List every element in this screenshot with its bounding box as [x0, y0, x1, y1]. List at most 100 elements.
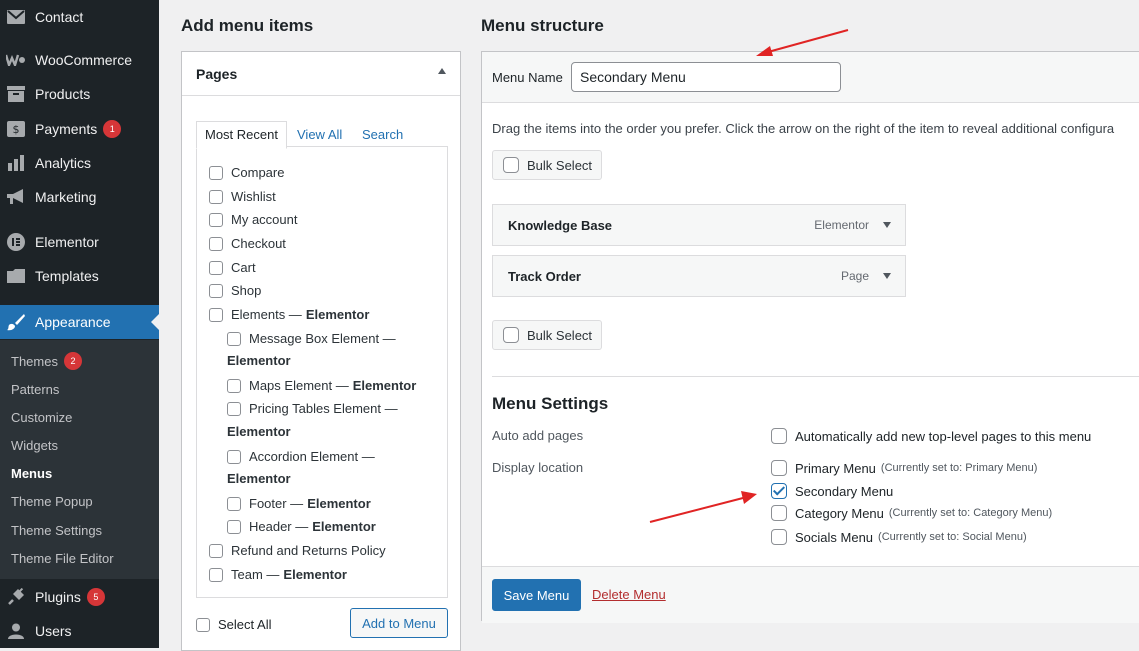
checkbox-checked[interactable] — [771, 483, 787, 499]
notification-badge: 1 — [103, 120, 122, 138]
auto-add-pages-option[interactable]: Automatically add new top-level pages to… — [771, 428, 1091, 444]
checkbox[interactable] — [771, 505, 787, 521]
submenu-item-themes[interactable]: Themes 2 — [11, 352, 82, 370]
sidebar-item-plugins[interactable]: Plugins 5 — [0, 580, 159, 614]
list-item[interactable]: Accordion Element — — [227, 449, 375, 464]
menu-item-title: Knowledge Base — [508, 218, 613, 233]
list-item[interactable]: Shop — [209, 283, 261, 298]
location-socials-menu[interactable]: Socials Menu (Currently set to: Social M… — [771, 529, 1027, 545]
add-to-menu-button[interactable]: Add to Menu — [350, 608, 448, 638]
sidebar-item-woocommerce[interactable]: WooCommerce — [0, 43, 159, 77]
page-checklist[interactable]: Compare Wishlist My account Checkout Car… — [196, 146, 448, 598]
list-item[interactable]: My account — [209, 212, 297, 227]
list-item[interactable]: Refund and Returns Policy — [209, 543, 386, 558]
list-item[interactable]: Elements — Elementor — [209, 307, 369, 322]
bulk-select-label: Bulk Select — [527, 327, 593, 343]
sidebar-item-templates[interactable]: Templates — [0, 259, 159, 293]
checkbox[interactable] — [209, 212, 223, 227]
submenu-item-theme-settings[interactable]: Theme Settings — [11, 523, 102, 538]
display-location-label: Display location — [492, 460, 584, 475]
option-label: Primary Menu — [795, 460, 876, 476]
checkbox[interactable] — [209, 236, 223, 251]
location-primary-menu[interactable]: Primary Menu (Currently set to: Primary … — [771, 460, 1037, 476]
checkbox[interactable] — [227, 496, 241, 511]
sidebar-item-contact[interactable]: Contact — [0, 0, 159, 34]
submenu-item-widgets[interactable]: Widgets — [11, 438, 58, 453]
location-category-menu[interactable]: Category Menu (Currently set to: Categor… — [771, 505, 1052, 521]
submenu-item-patterns[interactable]: Patterns — [11, 382, 59, 397]
list-item-label: Wishlist — [231, 189, 276, 204]
submenu-item-theme-file-editor[interactable]: Theme File Editor — [11, 551, 114, 566]
list-item[interactable]: Compare — [209, 165, 284, 180]
sidebar-item-payments[interactable]: $ Payments 1 — [0, 112, 159, 146]
checkbox[interactable] — [227, 401, 241, 416]
checkbox[interactable] — [227, 519, 241, 534]
annotation-arrow-icon — [649, 491, 757, 523]
list-item-label: Message Box Element — — [249, 331, 396, 346]
select-all-checkbox[interactable]: Select All — [196, 617, 271, 632]
list-item-label: Checkout — [231, 236, 286, 251]
sidebar-item-products[interactable]: Products — [0, 77, 159, 111]
list-item-suffix: Elementor — [312, 519, 376, 534]
submenu-item-menus[interactable]: Menus — [11, 466, 52, 481]
sidebar-item-label: Users — [35, 623, 72, 639]
option-label: Category Menu — [795, 505, 884, 521]
annotation-arrow-icon — [756, 29, 849, 56]
pages-panel-header[interactable]: Pages — [182, 52, 460, 96]
list-item[interactable]: Wishlist — [209, 189, 276, 204]
list-item-label: Footer — — [249, 496, 304, 511]
checkbox[interactable] — [209, 567, 223, 582]
chevron-down-icon[interactable] — [883, 273, 891, 279]
list-item[interactable]: Footer — Elementor — [227, 496, 371, 511]
checkbox[interactable] — [503, 157, 519, 173]
checkbox[interactable] — [209, 543, 223, 558]
menu-item[interactable]: Knowledge Base Elementor — [492, 204, 906, 246]
sidebar-item-label: Appearance — [35, 314, 111, 330]
checkbox[interactable] — [771, 529, 787, 545]
bulk-select-button[interactable]: Bulk Select — [492, 320, 602, 350]
checkbox[interactable] — [503, 327, 519, 343]
checkbox[interactable] — [209, 189, 223, 204]
list-item[interactable]: Message Box Element — — [227, 331, 396, 346]
list-item-suffix: Elementor — [307, 496, 371, 511]
list-item[interactable]: Cart — [209, 260, 256, 275]
location-secondary-menu[interactable]: Secondary Menu — [771, 483, 893, 499]
tab-view-all[interactable]: View All — [297, 127, 342, 142]
delete-menu-link[interactable]: Delete Menu — [592, 587, 666, 602]
list-item[interactable]: Maps Element — Elementor — [227, 378, 416, 393]
checkbox[interactable] — [196, 617, 210, 632]
submenu-item-customize[interactable]: Customize — [11, 410, 72, 425]
sidebar-item-elementor[interactable]: Elementor — [0, 225, 159, 259]
sidebar-item-marketing[interactable]: Marketing — [0, 180, 159, 214]
tab-most-recent[interactable]: Most Recent — [196, 121, 287, 149]
checkbox[interactable] — [227, 331, 241, 346]
checkbox[interactable] — [209, 307, 223, 322]
checkbox[interactable] — [209, 283, 223, 298]
checkbox[interactable] — [209, 260, 223, 275]
list-item[interactable]: Checkout — [209, 236, 286, 251]
checkbox[interactable] — [209, 165, 223, 180]
chevron-down-icon[interactable] — [883, 222, 891, 228]
checkbox[interactable] — [227, 378, 241, 393]
sidebar-item-label: Products — [35, 86, 91, 102]
menu-item-type: Elementor — [814, 218, 869, 232]
checkbox[interactable] — [771, 460, 787, 476]
collapse-up-icon[interactable] — [438, 68, 446, 74]
list-item[interactable]: Team — Elementor — [209, 567, 347, 582]
list-item[interactable]: Pricing Tables Element — — [227, 401, 398, 416]
pages-panel: Pages Most Recent View All Search Compar… — [181, 51, 461, 651]
submenu-item-theme-popup[interactable]: Theme Popup — [11, 494, 93, 509]
sidebar-item-users[interactable]: Users — [0, 614, 159, 648]
user-icon — [6, 621, 26, 641]
bulk-select-button[interactable]: Bulk Select — [492, 150, 602, 180]
notification-badge: 2 — [63, 352, 82, 370]
menu-item[interactable]: Track Order Page — [492, 255, 906, 297]
sidebar-item-appearance[interactable]: Appearance — [0, 305, 159, 339]
menu-name-input[interactable] — [571, 62, 841, 92]
checkbox[interactable] — [771, 428, 787, 444]
checkbox[interactable] — [227, 449, 241, 464]
tab-search[interactable]: Search — [362, 127, 403, 142]
list-item[interactable]: Header — Elementor — [227, 519, 376, 534]
save-menu-button[interactable]: Save Menu — [492, 579, 581, 611]
sidebar-item-analytics[interactable]: Analytics — [0, 146, 159, 180]
